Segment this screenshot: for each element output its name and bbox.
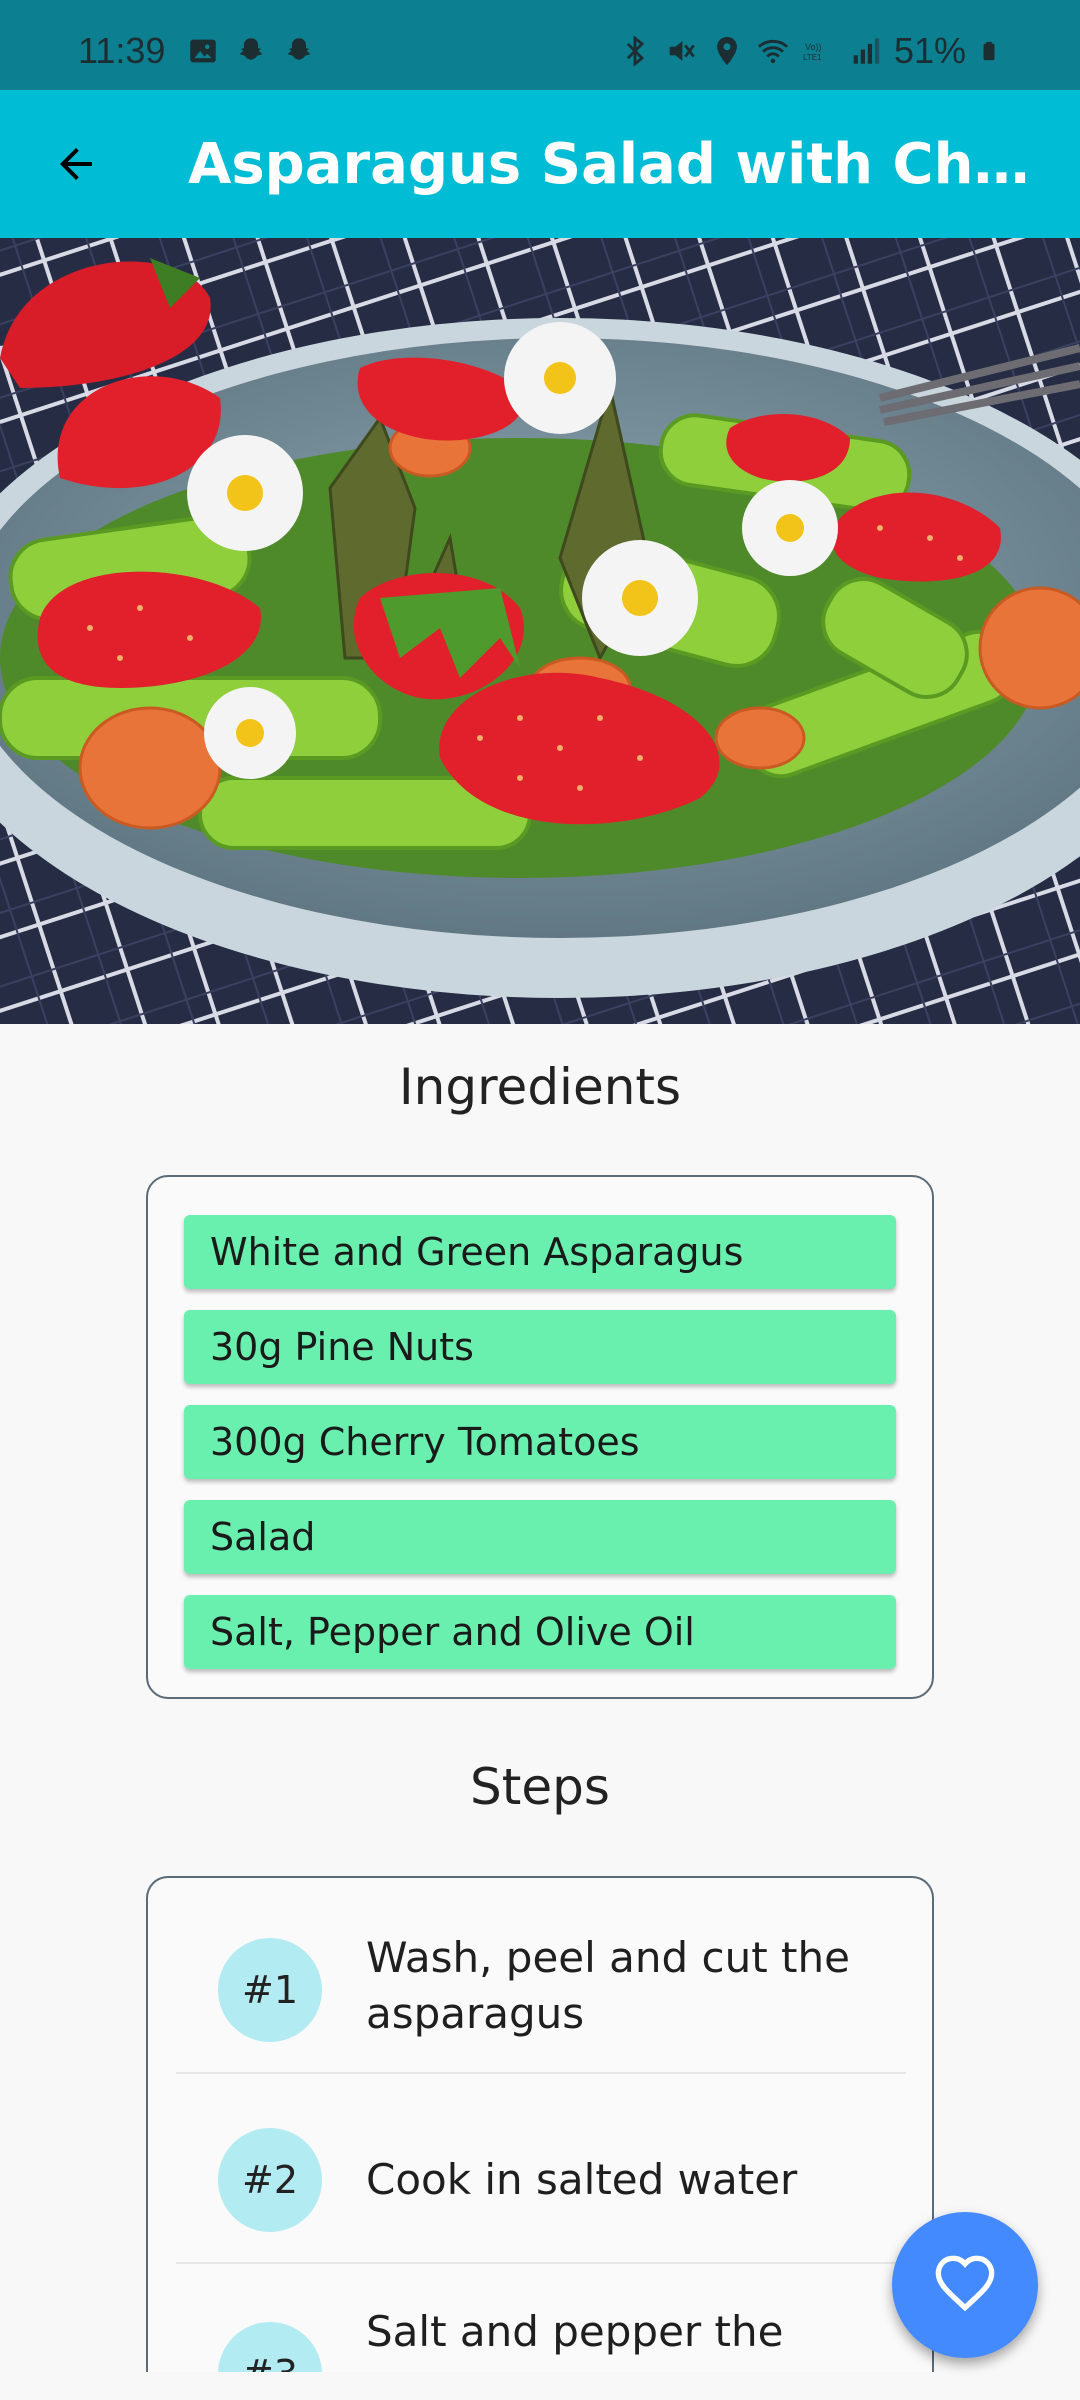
battery-percent: 51%	[893, 30, 966, 71]
image-icon	[190, 39, 216, 63]
ingredient-item: 30g Pine Nuts	[184, 1310, 896, 1384]
ingredient-item: Salad	[184, 1500, 896, 1574]
step-text: Wash, peel and cut the asparagus	[366, 1933, 850, 2038]
step-item: #1 Wash, peel and cut the asparagus	[176, 1896, 906, 2084]
mute-icon	[669, 41, 695, 61]
battery-icon	[983, 41, 995, 61]
status-time: 11:39	[78, 30, 166, 71]
status-right-icons: Vo)) LTE1 51%	[618, 30, 1000, 72]
snapchat-icon	[239, 38, 263, 60]
favorite-button[interactable]	[892, 2212, 1038, 2358]
status-bar: 11:39 Vo)) LTE1 51%	[0, 0, 1080, 90]
ingredient-item: 300g Cherry Tomatoes	[184, 1405, 896, 1479]
status-left-icons	[186, 34, 316, 68]
salad-photo	[0, 238, 1080, 1024]
ingredient-item: White and Green Asparagus	[184, 1215, 896, 1289]
back-button[interactable]	[44, 132, 108, 196]
volte-icon: Vo))LTE1	[803, 42, 822, 62]
step-text: Salt and pepper the	[366, 2307, 784, 2356]
svg-text:LTE1: LTE1	[803, 53, 822, 62]
ingredients-title: Ingredients	[398, 1058, 682, 1116]
step-number-badge: #2	[218, 2128, 322, 2232]
bluetooth-icon	[626, 35, 645, 67]
ingredient-item: Salt, Pepper and Olive Oil	[184, 1595, 896, 1669]
app-bar: Asparagus Salad with Cherry Tomatoes	[0, 90, 1080, 238]
steps-card: #1 Wash, peel and cut the asparagus #2 C…	[146, 1876, 934, 2400]
arrow-back-icon	[60, 148, 92, 180]
heart-outline-icon	[935, 2255, 995, 2312]
location-icon	[717, 36, 737, 66]
wifi-icon	[757, 39, 789, 64]
svg-text:Vo)): Vo))	[805, 42, 822, 52]
steps-title: Steps	[470, 1758, 610, 1816]
recipe-image	[0, 238, 1080, 1024]
ingredients-card: White and Green Asparagus 30g Pine Nuts …	[146, 1175, 934, 1699]
bottom-edge	[0, 2372, 1080, 2400]
step-number-badge: #1	[218, 1938, 322, 2042]
page-title: Asparagus Salad with Cherry Tomatoes	[188, 132, 1038, 197]
step-item: #2 Cook in salted water	[176, 2074, 906, 2262]
signal-icon	[853, 38, 880, 64]
snapchat-icon	[287, 38, 311, 60]
step-text: Cook in salted water	[366, 2155, 798, 2204]
